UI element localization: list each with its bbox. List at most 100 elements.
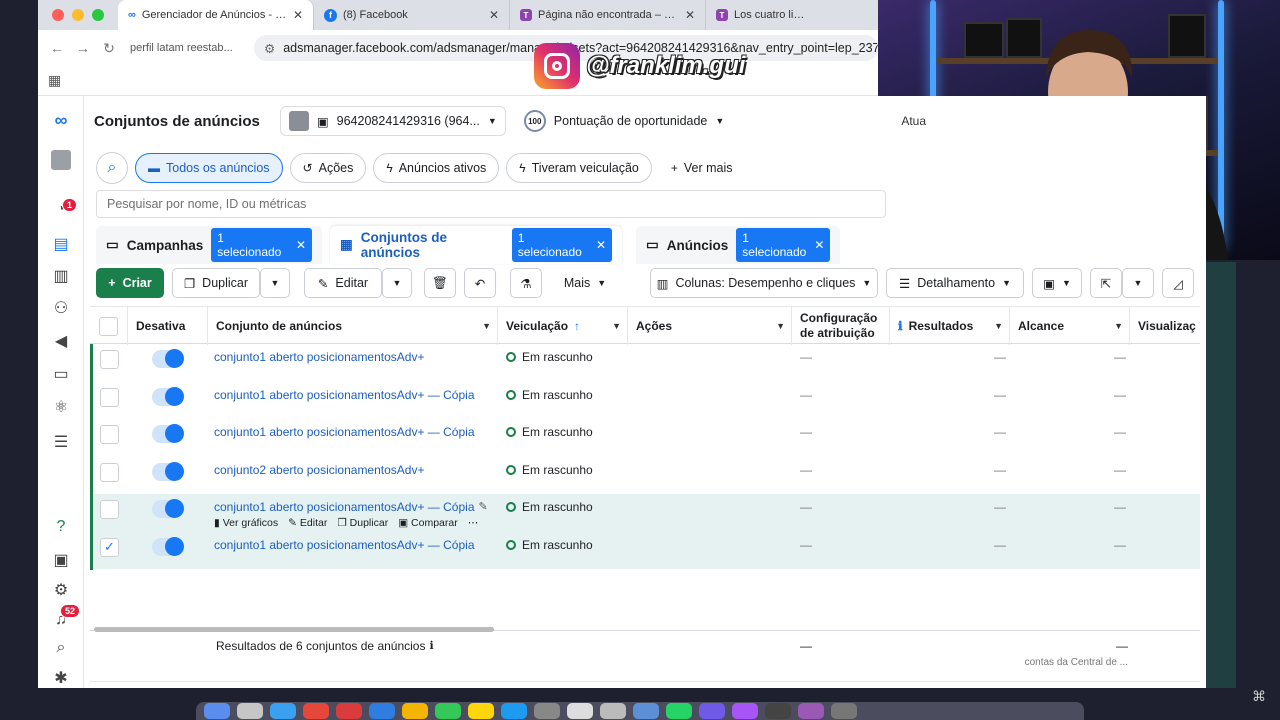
col-actions[interactable]: Ações ▼ [628, 307, 792, 345]
filter-all-ads[interactable]: ▬ Todos os anúncios [135, 153, 283, 183]
document-icon[interactable]: ▥ [49, 264, 73, 288]
more-button[interactable]: Mais ▼ [550, 268, 620, 298]
export-button[interactable]: ⇱ [1090, 268, 1122, 298]
whatsapp-icon[interactable] [666, 703, 692, 719]
breakdown-button[interactable]: ☰ Detalhamento ▼ [886, 268, 1024, 298]
table-row[interactable]: conjunto1 aberto posicionamentosAdv+ — C… [90, 382, 1200, 420]
close-icon[interactable]: ✕ [293, 8, 303, 22]
row-checkbox[interactable] [100, 462, 119, 482]
row-action-duplicate[interactable]: ❐ Duplicar [337, 517, 388, 529]
adset-toggle[interactable] [152, 386, 184, 406]
app-icon[interactable] [633, 703, 659, 719]
mail-icon[interactable] [369, 703, 395, 719]
adset-name-link[interactable]: conjunto1 aberto posicionamentosAdv+ — C… [214, 388, 475, 402]
adset-toggle[interactable] [152, 536, 184, 556]
tab-ads[interactable]: ▭ Anúncios 1 selecionado ✕ [636, 226, 840, 264]
close-icon[interactable]: ✕ [685, 8, 695, 22]
app-icon[interactable] [732, 703, 758, 719]
report-icon[interactable]: ▣ [49, 548, 73, 572]
undo-button[interactable]: ↶ [464, 268, 496, 298]
avatar[interactable] [49, 148, 73, 172]
col-results[interactable]: ℹ Resultados ▼ [890, 307, 1010, 345]
adset-toggle[interactable] [152, 499, 184, 518]
close-window-button[interactable] [52, 9, 64, 21]
row-action-compare[interactable]: ▣ Comparar [398, 517, 458, 529]
table-row[interactable]: conjunto1 aberto posicionamentosAdv+ Em r… [90, 344, 1200, 382]
filter-actions[interactable]: ↺ Ações [289, 153, 367, 183]
forward-arrow-icon[interactable]: → [70, 40, 96, 56]
close-icon[interactable]: ✕ [489, 8, 499, 22]
app-icon[interactable] [600, 703, 626, 719]
finder-icon[interactable] [204, 703, 230, 719]
adsets-selected-pill[interactable]: 1 selecionado ✕ [511, 228, 612, 262]
maximize-window-button[interactable] [92, 9, 104, 21]
settings-icon[interactable] [534, 703, 560, 719]
search-input[interactable]: Pesquisar por nome, ID ou métricas [96, 190, 886, 218]
row-checkbox[interactable] [100, 425, 119, 444]
app-icon[interactable] [336, 703, 362, 719]
megaphone-icon[interactable]: ◀ [49, 329, 73, 353]
filter-active-ads[interactable]: ϟ Anúncios ativos [373, 153, 500, 183]
app-icon[interactable] [501, 703, 527, 719]
browser-tab-libros[interactable]: T Los cuatro libros del EVANGE [706, 0, 816, 30]
adset-name-link[interactable]: conjunto1 aberto posicionamentosAdv+ [214, 350, 424, 364]
gear-icon[interactable]: ⚙ [49, 578, 73, 602]
control-center-icon[interactable]: ⌘ [1252, 688, 1270, 706]
row-action-chart[interactable]: ▮ Ver gráficos [214, 517, 278, 529]
adset-toggle[interactable] [152, 461, 184, 481]
close-icon[interactable]: ✕ [296, 238, 306, 252]
account-selector[interactable]: ▣ 964208241429316 (964... ▼ [279, 106, 506, 136]
adset-name-link[interactable]: conjunto1 aberto posicionamentosAdv+ — C… [214, 425, 475, 439]
adset-name-link[interactable]: conjunto1 aberto posicionamentosAdv+ — C… [214, 500, 475, 514]
col-delivery[interactable]: Veiculação ↑ ▼ [498, 307, 628, 345]
photos-icon[interactable] [402, 703, 428, 719]
browser-tab-not-found[interactable]: T Página não encontrada – Los ✕ [510, 0, 706, 30]
test-button[interactable]: ⚗ [510, 268, 542, 298]
close-icon[interactable]: ✕ [814, 238, 824, 252]
adset-toggle[interactable] [152, 424, 184, 443]
reload-icon[interactable]: ↻ [96, 40, 122, 57]
table-row[interactable]: conjunto1 aberto posicionamentosAdv+ — C… [90, 419, 1200, 457]
trash-icon[interactable] [831, 703, 857, 719]
more-options-icon[interactable]: ⋯ [468, 517, 479, 529]
columns-button[interactable]: ▥ Colunas: Desempenho e cliques ▼ [650, 268, 878, 298]
search-icon[interactable]: ⌕ [49, 636, 73, 660]
back-arrow-icon[interactable]: ← [44, 40, 70, 56]
minimize-window-button[interactable] [72, 9, 84, 21]
export-dropdown[interactable]: ▼ [1122, 268, 1154, 298]
filter-see-more[interactable]: + Ver mais [659, 153, 745, 183]
tab-campaigns[interactable]: ▭ Campanhas 1 selecionado ✕ [96, 226, 322, 264]
browser-tab-facebook[interactable]: f (8) Facebook ✕ [314, 0, 510, 30]
col-impressions[interactable]: Visualizaç [1130, 307, 1200, 345]
edit-button[interactable]: ✎ Editar [304, 268, 382, 298]
app-icon[interactable] [765, 703, 791, 719]
apps-grid-icon[interactable]: ▦ [48, 72, 61, 89]
messages-icon[interactable] [435, 703, 461, 719]
ads-selected-pill[interactable]: 1 selecionado ✕ [736, 228, 831, 262]
col-reach[interactable]: Alcance ▼ [1010, 307, 1130, 345]
app-icon[interactable] [567, 703, 593, 719]
create-button[interactable]: + Criar [96, 268, 164, 298]
search-icon[interactable]: ⌕ [96, 152, 128, 184]
menu-icon[interactable]: ☰ [49, 430, 73, 454]
table-icon[interactable]: ▤ [49, 232, 73, 256]
safari-icon[interactable] [270, 703, 296, 719]
tab-ad-sets[interactable]: ▦ Conjuntos de anúncios 1 selecionado ✕ [330, 226, 622, 264]
row-checkbox[interactable]: ✓ [100, 537, 119, 557]
horizontal-scrollbar[interactable] [94, 627, 494, 632]
adset-name-link[interactable]: conjunto1 aberto posicionamentosAdv+ — C… [214, 538, 475, 552]
row-checkbox[interactable] [100, 387, 119, 407]
launchpad-icon[interactable] [237, 703, 263, 719]
audience-icon[interactable]: ⚇ [49, 296, 73, 320]
help-icon[interactable]: ? [49, 515, 73, 539]
opportunity-score[interactable]: 100 Pontuação de oportunidade ▼ [523, 110, 724, 132]
edit-dropdown[interactable]: ▼ [382, 268, 412, 298]
table-row[interactable]: conjunto2 aberto posicionamentosAdv+ Em r… [90, 457, 1200, 495]
adset-name-link[interactable]: conjunto2 aberto posicionamentosAdv+ [214, 463, 424, 477]
campaigns-selected-pill[interactable]: 1 selecionado ✕ [211, 228, 312, 262]
site-settings-icon[interactable]: ⚙ [264, 41, 275, 56]
billing-card-icon[interactable]: ▭ [49, 362, 73, 386]
app-icon[interactable] [798, 703, 824, 719]
reports-button[interactable]: ▣ ▼ [1032, 268, 1082, 298]
chrome-icon[interactable] [303, 703, 329, 719]
